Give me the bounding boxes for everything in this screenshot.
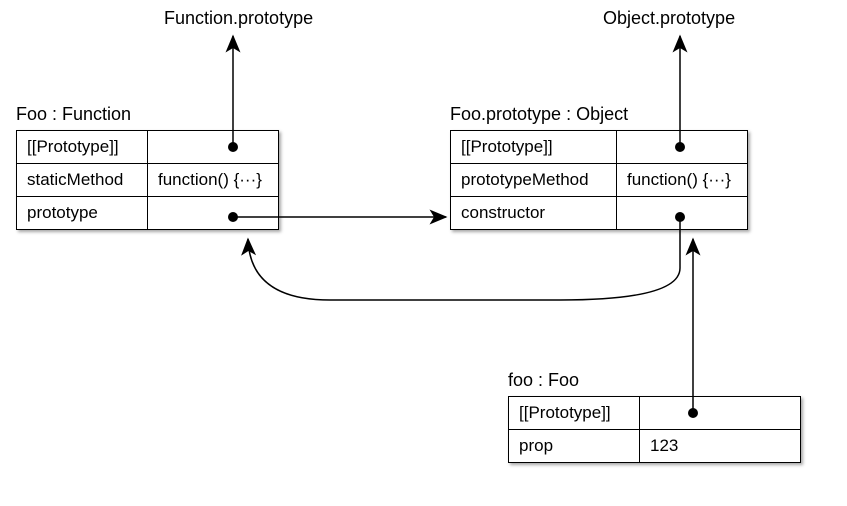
table-row: prop 123	[509, 430, 801, 463]
cell-staticmethod-key: staticMethod	[17, 164, 148, 197]
table-row: [[Prototype]]	[17, 131, 279, 164]
foo-instance-title: foo : Foo	[508, 370, 579, 391]
table-row: prototype	[17, 197, 279, 230]
cell-prototype-key: prototype	[17, 197, 148, 230]
foo-instance-table: [[Prototype]] prop 123	[508, 396, 801, 463]
prototype-diagram: Function.prototype Object.prototype Foo …	[0, 0, 847, 506]
table-row: prototypeMethod function() {···}	[451, 164, 748, 197]
table-row: [[Prototype]]	[451, 131, 748, 164]
cell-prototypemethod-val: function() {···}	[617, 164, 748, 197]
cell-staticmethod-val: function() {···}	[148, 164, 279, 197]
cell-proto-val	[617, 131, 748, 164]
table-row: staticMethod function() {···}	[17, 164, 279, 197]
foo-function-table: [[Prototype]] staticMethod function() {·…	[16, 130, 279, 230]
cell-proto-val	[148, 131, 279, 164]
cell-constructor-val	[617, 197, 748, 230]
cell-proto-key: [[Prototype]]	[451, 131, 617, 164]
cell-prop-val: 123	[640, 430, 801, 463]
label-object-prototype: Object.prototype	[603, 8, 735, 29]
cell-prototypemethod-key: prototypeMethod	[451, 164, 617, 197]
foo-function-title: Foo : Function	[16, 104, 131, 125]
cell-prop-key: prop	[509, 430, 640, 463]
table-row: [[Prototype]]	[509, 397, 801, 430]
cell-proto-key: [[Prototype]]	[509, 397, 640, 430]
cell-prototype-val	[148, 197, 279, 230]
table-row: constructor	[451, 197, 748, 230]
cell-constructor-key: constructor	[451, 197, 617, 230]
cell-proto-key: [[Prototype]]	[17, 131, 148, 164]
label-function-prototype: Function.prototype	[164, 8, 313, 29]
foo-prototype-table: [[Prototype]] prototypeMethod function()…	[450, 130, 748, 230]
cell-proto-val	[640, 397, 801, 430]
foo-prototype-title: Foo.prototype : Object	[450, 104, 628, 125]
